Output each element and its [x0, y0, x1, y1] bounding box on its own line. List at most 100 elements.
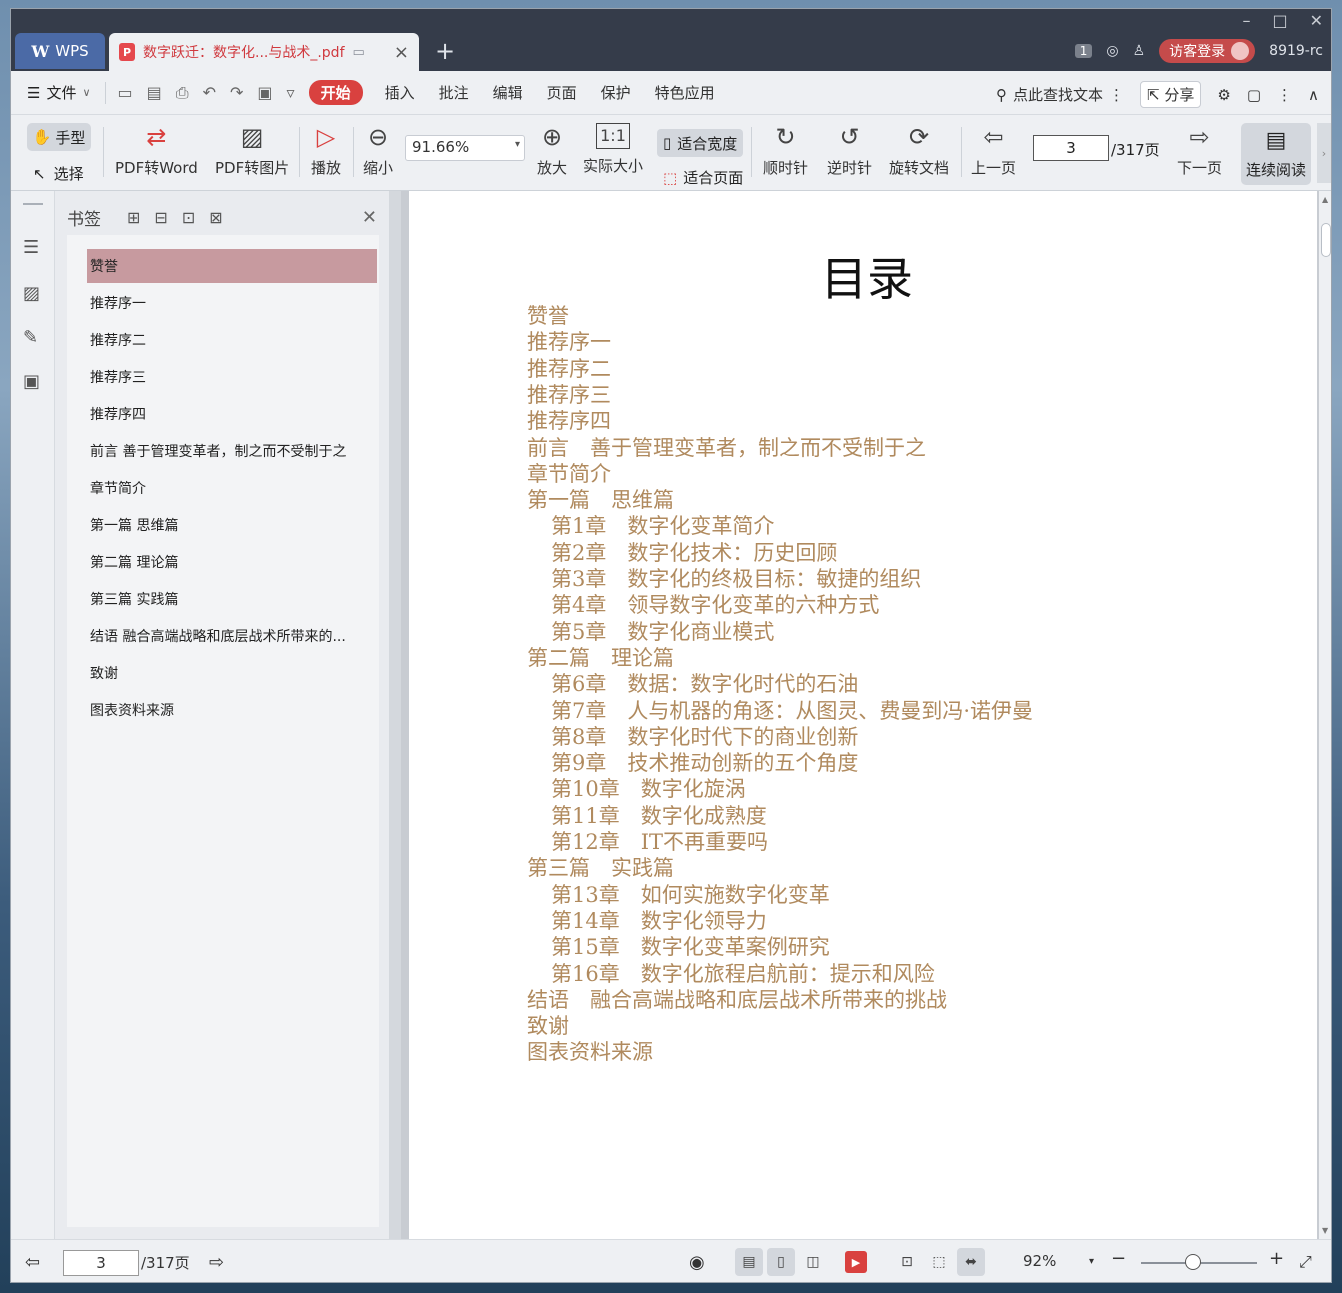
bookmark-item[interactable]: 前言 善于管理变革者，制之而不受制于之: [87, 434, 377, 468]
save-icon[interactable]: ▤: [147, 83, 162, 103]
close-tab-icon[interactable]: ×: [394, 42, 409, 63]
next-page-button[interactable]: ⇨ 下一页: [1177, 123, 1222, 178]
bookmark-item[interactable]: 推荐序一: [87, 286, 377, 320]
toc-entry[interactable]: 第8章 数字化时代下的商业创新: [551, 724, 858, 750]
zoom-out-button[interactable]: ⊖ 缩小: [363, 123, 393, 178]
skin-icon[interactable]: ◎: [1106, 43, 1118, 59]
rotate-clockwise-button[interactable]: ↻ 顺时针: [763, 123, 808, 178]
undo-icon[interactable]: ↶: [203, 83, 216, 103]
toc-entry[interactable]: 推荐序一: [527, 329, 611, 355]
zoom-select[interactable]: 91.66% ▾: [405, 135, 525, 161]
toc-entry[interactable]: 第14章 数字化领导力: [551, 908, 767, 934]
more-dropdown-icon[interactable]: ▿: [287, 83, 295, 103]
zoom-in-button[interactable]: ⊕ 放大: [537, 123, 567, 178]
menu-tab-edit[interactable]: 编辑: [493, 82, 523, 103]
toc-entry[interactable]: 第16章 数字化旅程启航前：提示和风险: [551, 961, 935, 987]
bookmark-splitter[interactable]: [389, 191, 401, 1239]
redo-icon[interactable]: ↷: [230, 83, 243, 103]
bookmark-icon[interactable]: ⊠: [209, 208, 222, 227]
gear-icon[interactable]: ⚙: [1217, 86, 1230, 104]
ribbon-scroll-right[interactable]: ›: [1317, 123, 1331, 183]
fit-width-icon[interactable]: ⬌: [957, 1248, 985, 1276]
fullscreen-icon[interactable]: ⤢: [1299, 1252, 1312, 1272]
select-tool-button[interactable]: ↖ 选择: [33, 163, 84, 184]
fit-page-icon[interactable]: ⬚: [925, 1248, 953, 1276]
bookmark-item[interactable]: ▸第一篇 思维篇: [87, 508, 377, 542]
vertical-scrollbar[interactable]: ▲ ▼: [1319, 191, 1331, 1239]
play-button[interactable]: ▷ 播放: [311, 123, 341, 178]
toc-entry[interactable]: 第9章 技术推动创新的五个角度: [551, 750, 858, 776]
thumbnail-icon[interactable]: ▨: [23, 283, 40, 304]
zoom-out-icon[interactable]: −: [1111, 1248, 1126, 1269]
document-tab[interactable]: P 数字跃迁：数字化...与战术_.pdf ▭ ×: [109, 33, 419, 71]
shirt-icon[interactable]: ♙: [1133, 43, 1146, 59]
bookmark-item[interactable]: 章节简介: [87, 471, 377, 505]
search-text-button[interactable]: ⚲ 点此查找文本 ⋮: [996, 84, 1124, 105]
toc-entry[interactable]: 致谢: [527, 1013, 569, 1039]
menu-tab-annotate[interactable]: 批注: [439, 82, 469, 103]
menu-tab-features[interactable]: 特色应用: [655, 82, 715, 103]
single-page-icon[interactable]: ▯: [767, 1248, 795, 1276]
bookmark-item[interactable]: 结语 融合高端战略和底层战术所带来的...: [87, 619, 377, 653]
bookmark-list-icon[interactable]: ☰: [23, 237, 39, 258]
comment-icon[interactable]: ▢: [1247, 86, 1261, 104]
toc-entry[interactable]: 推荐序四: [527, 408, 611, 434]
toc-entry[interactable]: 第13章 如何实施数字化变革: [551, 882, 830, 908]
annotation-icon[interactable]: ✎: [23, 327, 38, 348]
open-folder-icon[interactable]: ▭: [118, 83, 133, 103]
scroll-down-icon[interactable]: ▼: [1322, 1226, 1328, 1235]
actual-size-button[interactable]: 1:1 实际大小: [583, 123, 643, 176]
wps-home-tab[interactable]: W WPS: [15, 33, 105, 69]
toc-entry[interactable]: 第7章 人与机器的角逐：从图灵、费曼到冯·诺伊曼: [551, 698, 1033, 724]
toc-entry[interactable]: 第12章 IT不再重要吗: [551, 829, 768, 855]
login-button[interactable]: 访客登录: [1159, 39, 1256, 63]
toc-entry[interactable]: 结语 融合高端战略和底层战术所带来的挑战: [527, 987, 947, 1013]
menu-tab-insert[interactable]: 插入: [385, 82, 415, 103]
toc-entry[interactable]: 第二篇 理论篇: [527, 645, 674, 671]
previous-page-button[interactable]: ⇦ 上一页: [971, 123, 1016, 178]
maximize-icon[interactable]: □: [1272, 11, 1287, 30]
fit-page-button[interactable]: ⬚ 适合页面: [663, 167, 743, 188]
scroll-thumb[interactable]: [1321, 223, 1331, 257]
play-icon[interactable]: ▶: [845, 1251, 867, 1273]
zoom-slider-knob[interactable]: [1185, 1254, 1202, 1270]
toc-entry[interactable]: 章节简介: [527, 461, 611, 487]
expand-all-icon[interactable]: ⊞: [127, 208, 140, 227]
menu-tab-protect[interactable]: 保护: [601, 82, 631, 103]
pdf-to-word-button[interactable]: ⇄ PDF转Word: [115, 123, 198, 178]
rotate-counterclockwise-button[interactable]: ↺ 逆时针: [827, 123, 872, 178]
toc-entry[interactable]: 前言 善于管理变革者，制之而不受制于之: [527, 435, 926, 461]
close-panel-icon[interactable]: ✕: [362, 207, 377, 228]
toc-entry[interactable]: 第1章 数字化变革简介: [551, 513, 774, 539]
toc-entry[interactable]: 第一篇 思维篇: [527, 487, 674, 513]
share-button[interactable]: ⇱ 分享: [1140, 81, 1202, 108]
page-number-input[interactable]: 3: [1033, 135, 1109, 161]
new-tab-button[interactable]: +: [435, 39, 455, 63]
toc-entry[interactable]: 第11章 数字化成熟度: [551, 803, 767, 829]
previous-page-icon[interactable]: ⇦: [25, 1252, 40, 1273]
continuous-reading-button[interactable]: ▤ 连续阅读: [1241, 123, 1311, 185]
status-page-input[interactable]: 3: [63, 1250, 139, 1276]
monitor-icon[interactable]: ▭: [353, 45, 365, 60]
toc-entry[interactable]: 第2章 数字化技术：历史回顾: [551, 540, 837, 566]
scroll-up-icon[interactable]: ▲: [1322, 195, 1328, 204]
rotate-document-button[interactable]: ⟳ 旋转文档: [889, 123, 949, 178]
print-icon[interactable]: ⎙: [176, 83, 189, 103]
add-bookmark-icon[interactable]: ⊡: [182, 208, 195, 227]
bookmark-item[interactable]: 图表资料来源: [87, 693, 377, 727]
toc-entry[interactable]: 图表资料来源: [527, 1039, 653, 1065]
toc-entry[interactable]: 第6章 数据：数字化时代的石油: [551, 671, 858, 697]
toc-entry[interactable]: 第三篇 实践篇: [527, 855, 674, 881]
pdf-to-image-button[interactable]: ▨ PDF转图片: [215, 123, 289, 178]
eye-protection-icon[interactable]: ◉: [689, 1252, 705, 1273]
file-menu[interactable]: ☰ 文件 ∨: [27, 82, 91, 103]
zoom-slider[interactable]: [1141, 1254, 1257, 1270]
document-viewport[interactable]: 目录 赞誉 推荐序一 推荐序二 推荐序三 推荐序四 前言 善于管理变革者，制之而不受制于之…: [401, 191, 1319, 1239]
toc-entry[interactable]: 赞誉: [527, 303, 569, 329]
two-page-icon[interactable]: ◫: [799, 1248, 827, 1276]
bookmark-item[interactable]: 推荐序四: [87, 397, 377, 431]
toc-entry[interactable]: 第5章 数字化商业模式: [551, 619, 774, 645]
bookmark-item[interactable]: 推荐序三: [87, 360, 377, 394]
window-count-badge[interactable]: 1: [1074, 44, 1093, 58]
actual-size-icon[interactable]: ⊡: [893, 1248, 921, 1276]
